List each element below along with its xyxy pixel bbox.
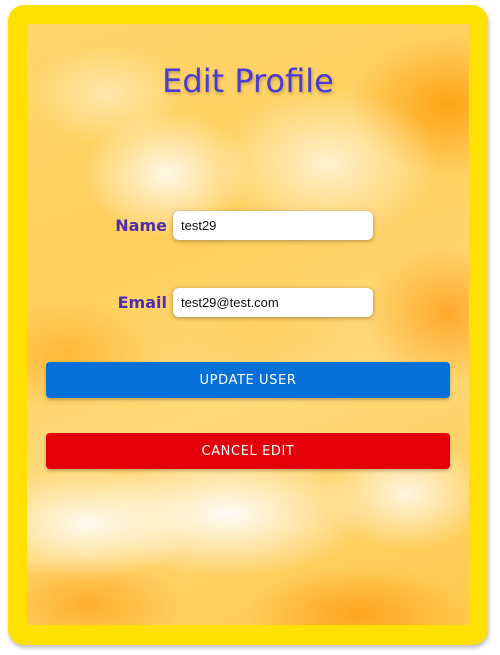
update-user-button[interactable]: UPDATE USER <box>46 362 450 398</box>
page-title: Edit Profile <box>162 62 334 100</box>
email-field[interactable] <box>173 288 373 317</box>
edit-profile-card: Edit Profile Name Email UPDATE USER CANC… <box>27 24 469 625</box>
name-label: Name <box>115 216 167 235</box>
name-field[interactable] <box>173 211 373 240</box>
email-label: Email <box>117 293 167 312</box>
cancel-edit-button[interactable]: CANCEL EDIT <box>46 433 450 469</box>
